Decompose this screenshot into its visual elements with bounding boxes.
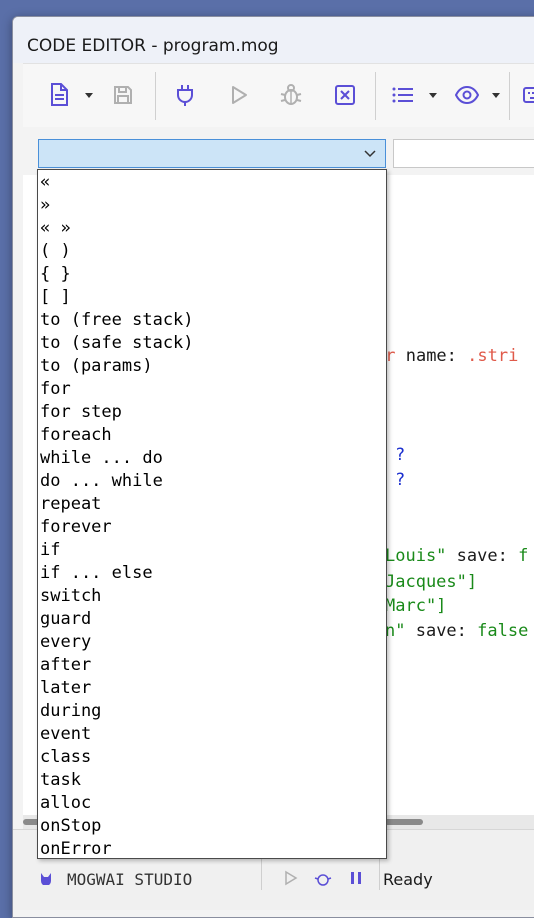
code-token: ? xyxy=(395,470,406,490)
save-button[interactable] xyxy=(109,80,137,110)
code-token: Jacques"] xyxy=(385,572,478,592)
selector-row xyxy=(23,127,534,175)
code-token: ? xyxy=(395,445,406,465)
bug-icon xyxy=(280,84,302,105)
connect-button[interactable] xyxy=(171,80,199,110)
dropdown-item[interactable]: every xyxy=(40,631,91,654)
toolbar-separator xyxy=(509,72,510,120)
snippet-dropdown-list[interactable]: «» « »( ){ }[ ] to (free stack) to (safe st… xyxy=(37,169,387,859)
toolbar xyxy=(23,63,534,128)
code-line: ? xyxy=(395,470,405,490)
dropdown-item[interactable]: later xyxy=(40,677,91,700)
new-file-dropdown-arrow[interactable] xyxy=(85,93,93,98)
toolbar-separator xyxy=(155,72,156,120)
code-token: .stri xyxy=(467,346,519,366)
dropdown-item[interactable]: switch xyxy=(40,585,101,608)
code-line: Louis" save: f xyxy=(385,546,528,566)
code-line: Jacques"] xyxy=(385,572,477,592)
view-button[interactable] xyxy=(453,80,481,110)
view-dropdown-arrow[interactable] xyxy=(492,93,500,98)
stop-button[interactable] xyxy=(331,80,359,110)
dropdown-item[interactable]: if ... else xyxy=(40,562,153,585)
code-line: n" save: false xyxy=(385,621,528,641)
mogwai-icon xyxy=(39,870,53,886)
dropdown-item[interactable]: event xyxy=(40,723,91,746)
dropdown-item[interactable]: foreach xyxy=(40,424,112,447)
title-bar: CODE EDITOR - program.mog xyxy=(13,17,534,63)
close-box-icon xyxy=(335,85,355,105)
dropdown-item[interactable]: « » xyxy=(40,217,71,240)
window-title: CODE EDITOR - program.mog xyxy=(27,36,279,56)
dropdown-item[interactable]: ( ) xyxy=(40,240,71,263)
dropdown-item[interactable]: forever xyxy=(40,516,112,539)
dropdown-item[interactable]: after xyxy=(40,654,91,677)
dropdown-item[interactable]: onStop xyxy=(40,815,101,838)
dropdown-item[interactable]: to (params) xyxy=(40,355,153,378)
code-token: f xyxy=(518,546,529,566)
code-token: save: xyxy=(446,546,519,566)
list-dropdown-arrow[interactable] xyxy=(429,93,437,98)
code-token: save: xyxy=(405,621,478,641)
code-token: n" xyxy=(385,621,406,641)
dropdown-item[interactable]: if xyxy=(40,539,60,562)
snippet-combobox[interactable] xyxy=(38,139,386,168)
dropdown-item[interactable]: » xyxy=(40,194,50,217)
new-file-button[interactable] xyxy=(45,80,73,110)
list-button[interactable] xyxy=(389,80,417,110)
dropdown-item[interactable]: for step xyxy=(40,401,122,424)
dropdown-item[interactable]: alloc xyxy=(40,792,91,815)
dropdown-item[interactable]: { } xyxy=(40,263,71,286)
dropdown-item[interactable]: repeat xyxy=(40,493,101,516)
dropdown-item[interactable]: to (safe stack) xyxy=(40,332,194,355)
code-line: Marc"] xyxy=(385,596,446,616)
code-token: Louis" xyxy=(385,546,447,566)
list-icon xyxy=(392,87,413,103)
dropdown-item[interactable]: do ... while xyxy=(40,470,163,493)
save-icon xyxy=(114,86,132,104)
dropdown-item[interactable]: « xyxy=(40,171,50,194)
dropdown-item[interactable]: guard xyxy=(40,608,91,631)
code-line: ? xyxy=(395,445,405,465)
status-pause-icon xyxy=(349,870,363,886)
member-combobox[interactable] xyxy=(393,139,534,168)
code-token: false xyxy=(477,621,529,641)
code-token: Marc"] xyxy=(385,596,447,616)
run-button[interactable] xyxy=(225,80,253,110)
plug-icon xyxy=(177,85,193,106)
code-line: er name: .stri xyxy=(375,346,518,366)
keyboard-button[interactable] xyxy=(521,80,534,110)
keyboard-icon xyxy=(523,87,534,103)
dropdown-item[interactable]: task xyxy=(40,769,81,792)
dropdown-item[interactable]: while ... do xyxy=(40,447,163,470)
chevron-down-icon xyxy=(364,150,376,158)
code-token: name: xyxy=(405,346,468,366)
dropdown-item[interactable]: onError xyxy=(40,838,112,858)
toolbar-separator xyxy=(375,72,376,120)
status-bug-icon xyxy=(314,870,332,886)
status-play-icon xyxy=(283,870,299,886)
dropdown-item[interactable]: to (free stack) xyxy=(40,309,194,332)
dropdown-item[interactable]: [ ] xyxy=(40,286,71,309)
play-icon xyxy=(232,86,247,104)
document-icon xyxy=(51,83,68,106)
dropdown-item[interactable]: class xyxy=(40,746,91,769)
dropdown-item[interactable]: during xyxy=(40,700,101,723)
debug-button[interactable] xyxy=(277,80,305,110)
eye-icon xyxy=(455,86,479,104)
dropdown-item[interactable]: for xyxy=(40,378,71,401)
